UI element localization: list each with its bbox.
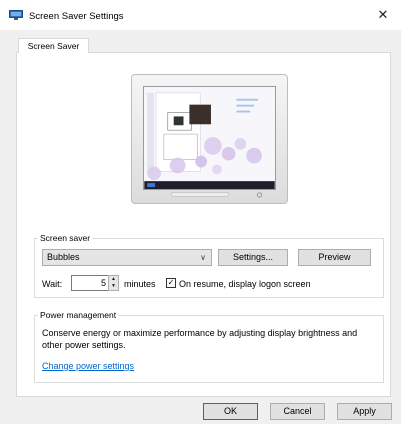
monitor-stand (171, 192, 229, 197)
cancel-button[interactable]: Cancel (270, 403, 325, 420)
apply-button[interactable]: Apply (337, 403, 392, 420)
preview-screen (143, 86, 276, 190)
window-title: Screen Saver Settings (29, 11, 124, 22)
resume-logon-label[interactable]: On resume, display logon screen (179, 279, 311, 289)
screen-saver-monitor-icon (9, 10, 23, 20)
change-power-settings-link[interactable]: Change power settings (42, 361, 134, 371)
power-led-icon (256, 192, 263, 198)
checkmark-icon: ✓ (167, 278, 175, 287)
minutes-label: minutes (124, 279, 156, 289)
wait-spinner[interactable]: ▲ ▼ (108, 275, 119, 291)
title-bar: Screen Saver Settings ✕ (0, 0, 401, 30)
chevron-down-icon: ∨ (200, 253, 206, 262)
screen-saver-group-label: Screen saver (40, 233, 91, 243)
power-management-group-label: Power management (40, 310, 117, 320)
screen-saver-select-value: Bubbles (47, 252, 80, 262)
preview-button[interactable]: Preview (298, 249, 371, 266)
close-button[interactable]: ✕ (374, 7, 392, 23)
wait-minutes-input[interactable]: 5 (71, 275, 110, 291)
tab-screen-saver[interactable]: Screen Saver (18, 38, 89, 53)
wait-label: Wait: (42, 279, 63, 289)
settings-button[interactable]: Settings... (218, 249, 288, 266)
ok-button[interactable]: OK (203, 403, 258, 420)
resume-logon-checkbox[interactable]: ✓ (166, 278, 176, 288)
spin-down-icon[interactable]: ▼ (109, 283, 118, 290)
spin-up-icon[interactable]: ▲ (109, 276, 118, 283)
screen-saver-select[interactable]: Bubbles ∨ (42, 249, 212, 266)
close-icon: ✕ (377, 7, 389, 22)
power-description: Conserve energy or maximize performance … (42, 328, 358, 350)
